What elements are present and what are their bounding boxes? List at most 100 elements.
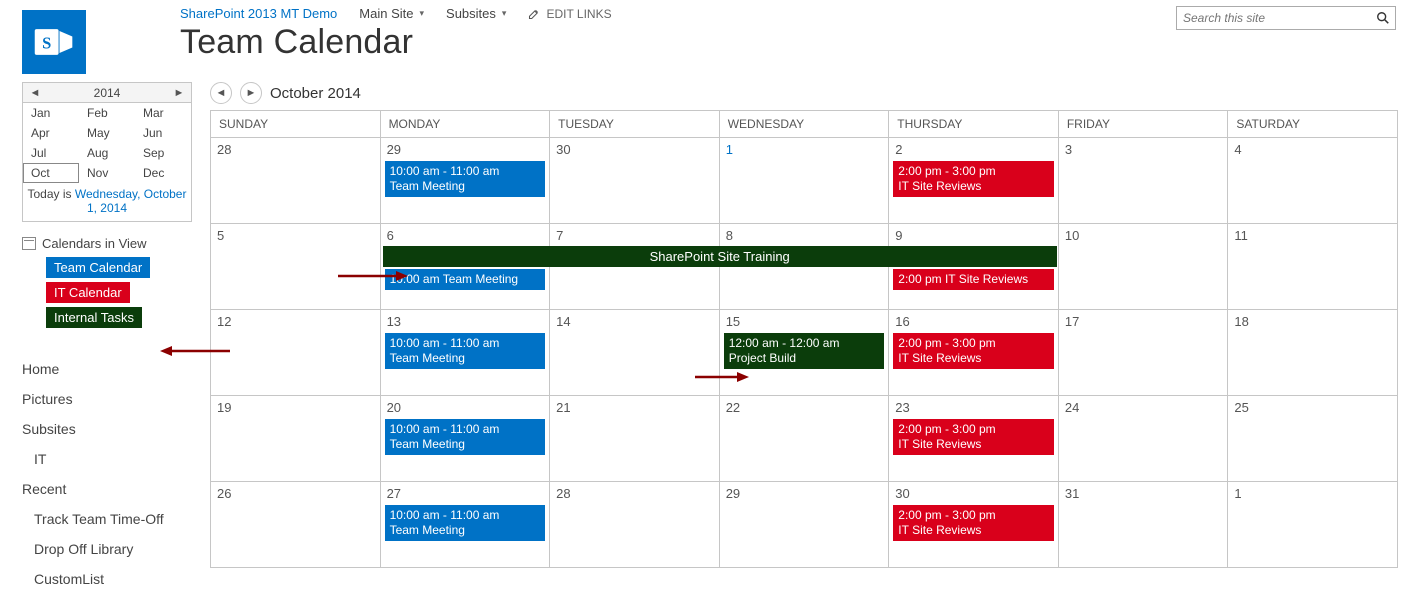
- calendar-event[interactable]: 10:00 am - 11:00 amTeam Meeting: [385, 505, 546, 541]
- mini-cal-month[interactable]: Feb: [79, 103, 135, 123]
- calendar-day-cell[interactable]: 2 2:00 pm - 3:00 pmIT Site Reviews: [889, 138, 1059, 224]
- calendar-day-cell[interactable]: 17: [1059, 310, 1229, 396]
- mini-cal-month[interactable]: May: [79, 123, 135, 143]
- calendar-event[interactable]: 2:00 pm - 3:00 pmIT Site Reviews: [893, 419, 1054, 455]
- day-number[interactable]: 29: [726, 486, 740, 501]
- calendar-day-cell[interactable]: 24: [1059, 396, 1229, 482]
- mini-cal-year[interactable]: 2014: [94, 86, 121, 100]
- day-number[interactable]: 22: [726, 400, 740, 415]
- mini-cal-month[interactable]: Sep: [135, 143, 191, 163]
- day-number[interactable]: 17: [1065, 314, 1079, 329]
- day-number[interactable]: 4: [1234, 142, 1241, 157]
- day-number[interactable]: 25: [1234, 400, 1248, 415]
- calendar-day-cell[interactable]: 22: [720, 396, 890, 482]
- mini-cal-month[interactable]: Oct: [23, 163, 79, 183]
- calendar-day-cell[interactable]: 8: [720, 224, 890, 310]
- day-number[interactable]: 11: [1234, 228, 1248, 243]
- day-number[interactable]: 7: [556, 228, 563, 243]
- calendar-day-cell[interactable]: 1: [720, 138, 890, 224]
- day-number[interactable]: 26: [217, 486, 231, 501]
- mini-cal-month[interactable]: Dec: [135, 163, 191, 183]
- mini-cal-month[interactable]: Jul: [23, 143, 79, 163]
- calendar-toggle[interactable]: IT Calendar: [46, 282, 130, 303]
- mini-cal-month[interactable]: Jun: [135, 123, 191, 143]
- day-number[interactable]: 16: [895, 314, 909, 329]
- day-number[interactable]: 29: [387, 142, 401, 157]
- day-number[interactable]: 6: [387, 228, 394, 243]
- mini-cal-month[interactable]: Apr: [23, 123, 79, 143]
- day-number[interactable]: 21: [556, 400, 570, 415]
- calendar-day-cell[interactable]: 6 10:00 am Team Meeting: [381, 224, 551, 310]
- calendar-day-cell[interactable]: 23 2:00 pm - 3:00 pmIT Site Reviews: [889, 396, 1059, 482]
- calendar-day-cell[interactable]: 12: [211, 310, 381, 396]
- calendar-day-cell[interactable]: 25: [1228, 396, 1398, 482]
- day-number[interactable]: 1: [1234, 486, 1241, 501]
- calendar-day-cell[interactable]: 3: [1059, 138, 1229, 224]
- calendar-day-cell[interactable]: 11: [1228, 224, 1398, 310]
- nav-item[interactable]: Home: [22, 354, 200, 384]
- calendar-day-cell[interactable]: 28: [211, 138, 381, 224]
- calendar-day-cell[interactable]: 15 12:00 am - 12:00 amProject Build: [720, 310, 890, 396]
- day-number[interactable]: 13: [387, 314, 401, 329]
- day-number[interactable]: 12: [217, 314, 231, 329]
- sharepoint-logo[interactable]: S: [22, 10, 86, 74]
- bc-subsites[interactable]: Subsites▾: [446, 6, 506, 21]
- calendar-day-cell[interactable]: 2010:00 am - 11:00 amTeam Meeting: [381, 396, 551, 482]
- day-number[interactable]: 19: [217, 400, 231, 415]
- mini-cal-month[interactable]: Nov: [79, 163, 135, 183]
- cal-prev-button[interactable]: ◄: [210, 82, 232, 104]
- calendar-day-cell[interactable]: 7: [550, 224, 720, 310]
- day-number[interactable]: 14: [556, 314, 570, 329]
- calendar-day-cell[interactable]: 29 10:00 am - 11:00 amTeam Meeting: [381, 138, 551, 224]
- calendar-event[interactable]: 10:00 am - 11:00 amTeam Meeting: [385, 333, 546, 369]
- calendar-day-cell[interactable]: 16 2:00 pm - 3:00 pmIT Site Reviews: [889, 310, 1059, 396]
- day-number[interactable]: 28: [556, 486, 570, 501]
- mini-cal-today-link[interactable]: Wednesday, October 1, 2014: [75, 187, 187, 215]
- calendar-day-cell[interactable]: 10: [1059, 224, 1229, 310]
- calendar-day-cell[interactable]: 302:00 pm - 3:00 pmIT Site Reviews: [889, 482, 1059, 568]
- day-number[interactable]: 18: [1234, 314, 1248, 329]
- calendar-day-cell[interactable]: 14: [550, 310, 720, 396]
- calendar-event[interactable]: 12:00 am - 12:00 amProject Build: [724, 333, 885, 369]
- calendar-event[interactable]: 10:00 am - 11:00 amTeam Meeting: [385, 161, 546, 197]
- day-number[interactable]: 30: [556, 142, 570, 157]
- search-input[interactable]: [1177, 11, 1371, 25]
- day-number[interactable]: 24: [1065, 400, 1079, 415]
- calendar-day-cell[interactable]: 92:00 pm IT Site Reviews: [889, 224, 1059, 310]
- day-number[interactable]: 23: [895, 400, 909, 415]
- mini-cal-month[interactable]: Jan: [23, 103, 79, 123]
- calendar-event[interactable]: 10:00 am Team Meeting: [385, 269, 546, 290]
- calendar-toggle[interactable]: Team Calendar: [46, 257, 150, 278]
- calendar-event[interactable]: 2:00 pm - 3:00 pmIT Site Reviews: [893, 333, 1054, 369]
- calendar-day-cell[interactable]: 28: [550, 482, 720, 568]
- bc-site-link[interactable]: SharePoint 2013 MT Demo: [180, 6, 337, 21]
- calendar-day-cell[interactable]: 19: [211, 396, 381, 482]
- mini-cal-month[interactable]: Aug: [79, 143, 135, 163]
- nav-item[interactable]: Track Team Time-Off: [22, 504, 200, 534]
- calendar-day-cell[interactable]: 29: [720, 482, 890, 568]
- calendar-day-cell[interactable]: 31: [1059, 482, 1229, 568]
- calendar-day-cell[interactable]: 26: [211, 482, 381, 568]
- calendar-span-event[interactable]: SharePoint Site Training: [383, 246, 1057, 267]
- nav-item[interactable]: Subsites: [22, 414, 200, 444]
- day-number[interactable]: 10: [1065, 228, 1079, 243]
- calendar-day-cell[interactable]: 13 10:00 am - 11:00 amTeam Meeting: [381, 310, 551, 396]
- day-number[interactable]: 28: [217, 142, 231, 157]
- mini-cal-next[interactable]: ►: [171, 87, 187, 99]
- calendar-event[interactable]: 2:00 pm - 3:00 pmIT Site Reviews: [893, 161, 1054, 197]
- calendar-day-cell[interactable]: 18: [1228, 310, 1398, 396]
- day-number[interactable]: 15: [726, 314, 740, 329]
- day-number[interactable]: 2: [895, 142, 902, 157]
- mini-cal-prev[interactable]: ◄: [27, 87, 43, 99]
- edit-links-button[interactable]: EDIT LINKS: [528, 7, 611, 21]
- calendar-day-cell[interactable]: 5: [211, 224, 381, 310]
- cal-next-button[interactable]: ►: [240, 82, 262, 104]
- calendar-event[interactable]: 2:00 pm - 3:00 pmIT Site Reviews: [893, 505, 1054, 541]
- bc-main-site[interactable]: Main Site▾: [359, 6, 424, 21]
- day-number[interactable]: 3: [1065, 142, 1072, 157]
- day-number[interactable]: 20: [387, 400, 401, 415]
- day-number[interactable]: 5: [217, 228, 224, 243]
- calendar-day-cell[interactable]: 4: [1228, 138, 1398, 224]
- nav-item[interactable]: Recent: [22, 474, 200, 504]
- day-number[interactable]: 9: [895, 228, 902, 243]
